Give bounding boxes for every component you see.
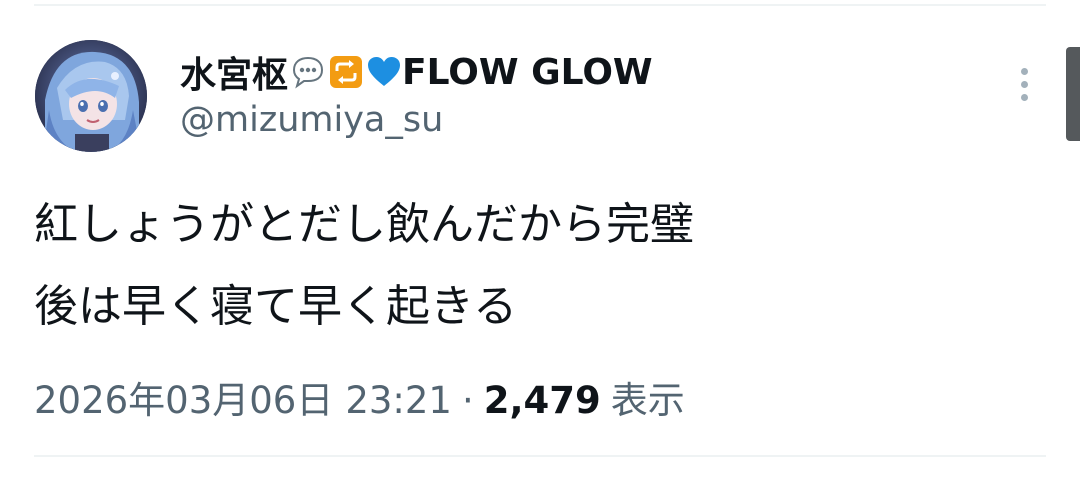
author-handle[interactable]: @mizumiya_su: [180, 100, 443, 140]
author-name[interactable]: 水宮枢 FLOW GLOW: [180, 46, 653, 98]
author-name-text: 水宮枢: [180, 55, 289, 96]
meta-separator: ·: [461, 379, 474, 422]
repeat-arrows-icon: [328, 54, 364, 90]
blue-heart-icon: [366, 54, 402, 90]
tweet-date[interactable]: 2026年03月06日: [34, 370, 333, 424]
tweet-text: 紅しょうがとだし飲んだから完璧 後は早く寝て早く起きる: [34, 184, 694, 348]
avatar[interactable]: [35, 40, 147, 152]
more-vertical-icon-dot-1: [1020, 67, 1028, 75]
scroll-indicator[interactable]: [1066, 47, 1080, 141]
speech-balloon-icon: [290, 54, 326, 90]
bottom-divider: [34, 455, 1046, 457]
tweet-text-line: 紅しょうがとだし飲んだから完璧: [34, 199, 694, 250]
author-name-suffix: FLOW GLOW: [402, 51, 653, 93]
views-label: 表示: [610, 379, 685, 422]
views-count: 2,479: [483, 379, 601, 422]
more-options-button[interactable]: [1006, 62, 1042, 106]
tweet-meta: 2026年03月06日 23:21 · 2,479 表示: [34, 370, 685, 424]
more-vertical-icon-dot-3: [1020, 93, 1028, 101]
more-vertical-icon-dot-2: [1020, 80, 1028, 88]
tweet-text-line: 後は早く寝て早く起きる: [34, 281, 518, 332]
tweet-time[interactable]: 23:21: [345, 379, 452, 422]
top-divider: [34, 4, 1046, 6]
avatar-illustration: [35, 40, 147, 152]
